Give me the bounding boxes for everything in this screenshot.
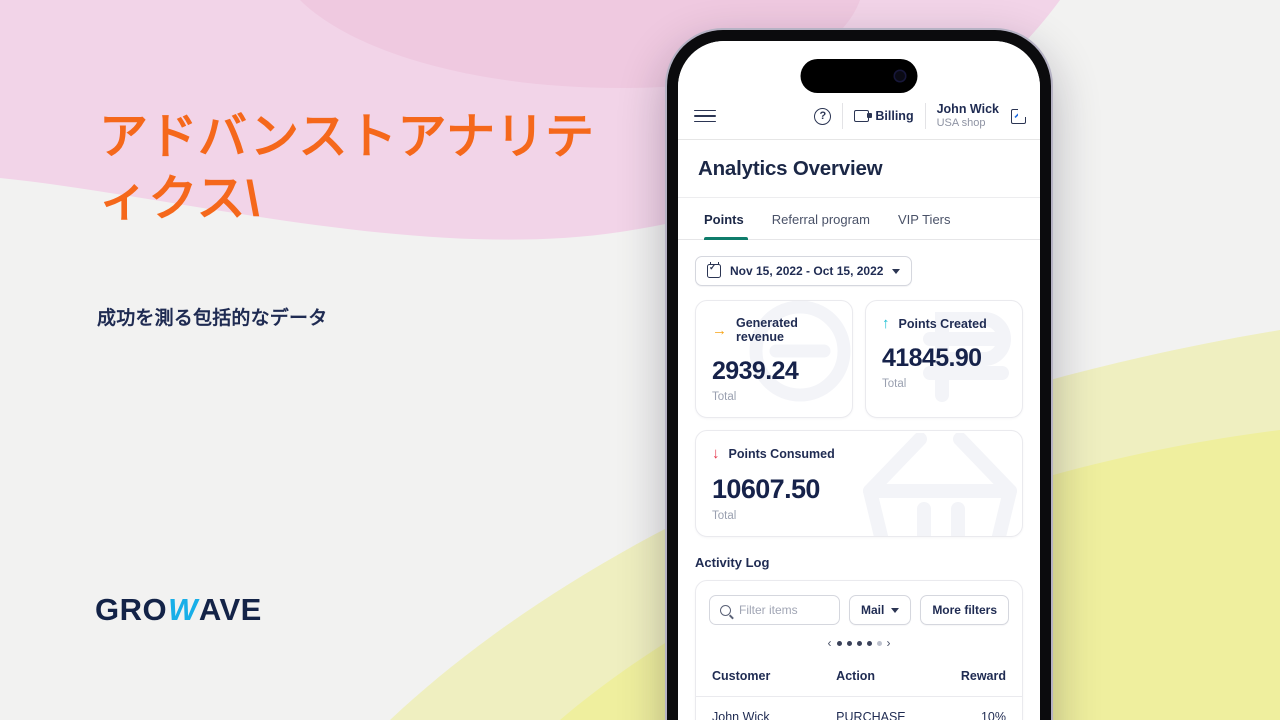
column-header-customer: Customer	[696, 659, 837, 697]
metric-card-points-consumed[interactable]: ↓ Points Consumed 10607.50 Total	[695, 430, 1023, 537]
column-header-reward: Reward	[940, 659, 1022, 697]
column-header-action: Action	[836, 659, 941, 697]
metric-card-grid: → Generated revenue 2939.24 Total ↑ Poin…	[695, 300, 1023, 537]
page-title-bar: Analytics Overview	[678, 140, 1040, 198]
topbar-divider-1	[842, 103, 844, 129]
search-input[interactable]: Filter items	[709, 595, 840, 625]
metric-card-value: 10607.50	[712, 474, 820, 504]
logo-text-w: W	[168, 592, 198, 627]
pagination-prev[interactable]: ‹	[828, 636, 832, 650]
topbar-divider-2	[924, 103, 926, 129]
phone-mockup: ? Billing John Wick USA shop Analytics O…	[667, 30, 1051, 720]
page-headline: アドバンストアナリティクス\	[99, 110, 595, 227]
page-title: Analytics Overview	[698, 157, 883, 180]
more-filters-label: More filters	[932, 603, 997, 617]
pagination-dot[interactable]	[876, 640, 882, 646]
metric-card-generated-revenue[interactable]: → Generated revenue 2939.24 Total	[695, 300, 853, 418]
search-placeholder: Filter items	[739, 603, 798, 617]
table-row[interactable]: John Wick johnwick PURCHASE 10% discount	[696, 697, 1022, 720]
marketing-panel: アドバンストアナリティクス\ 成功を測る包括的なデータ GRO W AVE	[0, 0, 660, 720]
tab-vip-tiers[interactable]: VIP Tiers	[884, 198, 965, 239]
table-body: John Wick johnwick PURCHASE 10% discount	[696, 697, 1022, 720]
billing-label: Billing	[875, 109, 914, 123]
metric-card-header: ↑ Points Created	[882, 316, 1006, 331]
metric-card-header: ↓ Points Consumed	[712, 446, 1006, 461]
chevron-down-icon	[891, 607, 900, 613]
activity-log-heading: Activity Log	[695, 555, 770, 570]
phone-screen-frame: ? Billing John Wick USA shop Analytics O…	[678, 41, 1040, 720]
metric-card-title: Points Consumed	[728, 446, 835, 461]
table-header: Customer Action Reward	[696, 659, 1022, 697]
metric-card-header: → Generated revenue	[712, 316, 836, 344]
metric-card-value: 2939.24	[712, 357, 799, 385]
date-range-picker[interactable]: Nov 15, 2022 - Oct 15, 2022	[695, 256, 913, 286]
table-header-row: Customer Action Reward	[696, 659, 1022, 697]
front-camera-icon	[893, 69, 907, 83]
user-name: John Wick	[936, 102, 999, 117]
app-topbar: ? Billing John Wick USA shop	[678, 93, 1040, 140]
billing-icon	[854, 110, 873, 122]
cell-reward: 10% discount	[980, 710, 1006, 720]
pagination-dot[interactable]	[846, 640, 852, 646]
dynamic-island	[800, 59, 918, 93]
logo-text-part1: GRO	[95, 592, 168, 627]
metric-card-subtitle: Total	[712, 510, 737, 522]
arrow-up-icon: ↑	[882, 315, 890, 332]
chevron-down-icon	[892, 268, 901, 274]
tab-bar: Points Referral program VIP Tiers	[678, 198, 1040, 240]
pagination-dot[interactable]	[856, 640, 862, 646]
metric-card-subtitle: Total	[712, 391, 737, 403]
pagination-dot[interactable]	[836, 640, 842, 646]
metric-card-title: Points Created	[898, 316, 987, 331]
metric-card-points-created[interactable]: ↑ Points Created 41845.90 Total	[865, 300, 1023, 418]
user-shop: USA shop	[936, 116, 986, 129]
billing-button[interactable]: Billing	[854, 109, 914, 123]
metric-card-subtitle: Total	[882, 378, 907, 390]
metric-card-value: 41845.90	[882, 344, 982, 372]
mail-filter-label: Mail	[860, 603, 885, 617]
help-circle-icon[interactable]: ?	[814, 107, 832, 125]
tab-points[interactable]: Points	[698, 198, 758, 240]
app-body: Nov 15, 2022 - Oct 15, 2022 →	[678, 240, 1040, 720]
metric-card-title: Generated revenue	[736, 316, 798, 344]
user-account[interactable]: John Wick USA shop	[937, 102, 999, 129]
arrow-right-icon: →	[712, 321, 727, 339]
activity-log-card: Filter items Mail More filters ‹ › Custo…	[695, 580, 1023, 720]
arrow-down-icon: ↓	[712, 445, 720, 462]
tab-referral-program[interactable]: Referral program	[758, 198, 884, 239]
page-subheadline: 成功を測る包括的なデータ	[97, 308, 328, 329]
calendar-icon	[707, 262, 721, 278]
pagination: ‹ ›	[696, 625, 1022, 659]
cell-action: PURCHASE	[836, 710, 906, 720]
pagination-next[interactable]: ›	[887, 636, 891, 650]
cell-customer: John Wick johnwick	[696, 697, 836, 720]
logo-text-part2: AVE	[198, 592, 262, 627]
pagination-dot[interactable]	[866, 640, 872, 646]
app-screen: ? Billing John Wick USA shop Analytics O…	[678, 41, 1040, 720]
hamburger-icon[interactable]	[694, 109, 716, 123]
search-icon	[720, 604, 731, 616]
customer-name: John Wick	[712, 710, 770, 720]
date-range-value: Nov 15, 2022 - Oct 15, 2022	[730, 264, 884, 278]
growave-logo: GRO W AVE	[95, 594, 262, 625]
activity-log-table: Customer Action Reward John Wick johnwic…	[696, 659, 1022, 720]
activity-filters: Filter items Mail More filters	[696, 581, 1022, 625]
more-filters-button[interactable]: More filters	[920, 595, 1009, 625]
external-link-icon[interactable]	[1011, 106, 1026, 124]
mail-filter-dropdown[interactable]: Mail	[848, 595, 912, 625]
